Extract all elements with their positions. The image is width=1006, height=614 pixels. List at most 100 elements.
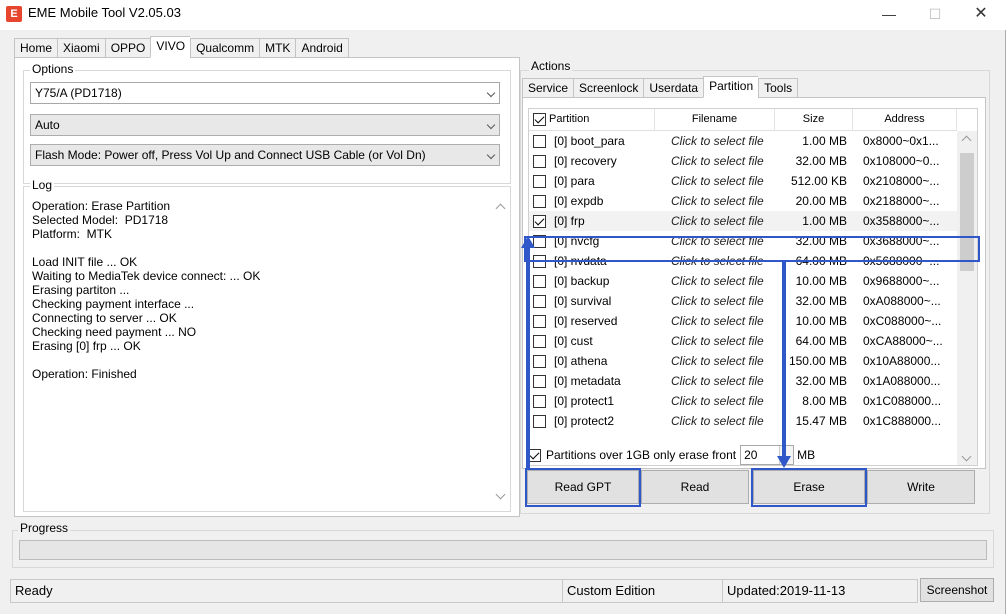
select-all-checkbox[interactable] xyxy=(533,113,546,126)
tab-home[interactable]: Home xyxy=(14,38,58,58)
filename-cell[interactable]: Click to select file xyxy=(655,191,775,211)
tab-partition[interactable]: Partition xyxy=(703,76,759,98)
address-cell: 0x3688000~... xyxy=(863,234,940,248)
partition-checkbox[interactable] xyxy=(533,314,546,328)
column-filename[interactable]: Filename xyxy=(655,109,775,130)
table-row[interactable]: [0] backup Click to select file 10.00 MB 0x… xyxy=(529,271,957,291)
address-cell: 0x2188000~... xyxy=(863,194,940,208)
table-row[interactable]: [0] athena Click to select file 150.00 MB 0… xyxy=(529,351,957,371)
tab-android[interactable]: Android xyxy=(295,38,349,58)
table-row[interactable]: [0] para Click to select file 512.00 KB 0x2… xyxy=(529,171,957,191)
filename-cell[interactable]: Click to select file xyxy=(655,131,775,151)
write-button[interactable]: Write xyxy=(867,470,975,504)
column-partition[interactable]: Partition xyxy=(529,109,655,130)
partition-checkbox[interactable] xyxy=(533,154,546,168)
scroll-down-icon[interactable] xyxy=(495,489,506,500)
tab-qualcomm[interactable]: Qualcomm xyxy=(190,38,260,58)
size-cell: 20.00 MB xyxy=(795,194,847,208)
partition-checkbox[interactable] xyxy=(533,334,546,348)
partition-cell: [0] boot_para xyxy=(529,131,655,151)
minimize-button[interactable]: — xyxy=(866,0,912,28)
scroll-down-icon[interactable] xyxy=(961,451,972,462)
table-row[interactable]: [0] boot_para Click to select file 1.00 MB… xyxy=(529,131,957,151)
tab-vivo[interactable]: VIVO xyxy=(150,36,191,58)
chevron-down-icon xyxy=(486,150,496,160)
partition-checkbox[interactable] xyxy=(533,174,546,188)
table-row[interactable]: [0] protect2 Click to select file 15.47 MB… xyxy=(529,411,957,431)
column-address[interactable]: Address xyxy=(853,109,957,130)
tab-tools[interactable]: Tools xyxy=(758,78,799,98)
arrow-head-down-icon xyxy=(777,456,791,468)
filename-cell[interactable]: Click to select file xyxy=(655,331,775,351)
log-output: Operation: Erase Partition Selected Mode… xyxy=(32,199,261,381)
filename-cell[interactable]: Click to select file xyxy=(655,291,775,311)
screenshot-button[interactable]: Screenshot xyxy=(920,578,994,602)
filename-cell[interactable]: Click to select file xyxy=(655,271,775,291)
filename-cell[interactable]: Click to select file xyxy=(655,411,775,431)
arrow-head-up-icon xyxy=(521,236,535,248)
address-cell: 0x1C888000... xyxy=(863,414,942,428)
model-select[interactable]: Y75/A (PD1718) xyxy=(30,82,500,104)
table-row[interactable]: [0] nvcfg Click to select file 32.00 MB 0x3… xyxy=(529,231,957,251)
size-cell: 32.00 MB xyxy=(795,374,847,388)
partition-checkbox[interactable] xyxy=(533,354,546,368)
scrollbar-thumb[interactable] xyxy=(960,153,974,271)
table-row[interactable]: [0] frp Click to select file 1.00 MB 0x3588… xyxy=(529,211,957,231)
filename-cell[interactable]: Click to select file xyxy=(655,251,775,271)
erase-button[interactable]: Erase xyxy=(753,470,865,504)
maximize-button[interactable]: ☐ xyxy=(912,0,958,28)
scroll-up-icon[interactable] xyxy=(495,203,506,214)
column-size[interactable]: Size xyxy=(775,109,853,130)
partition-checkbox[interactable] xyxy=(533,214,546,228)
partition-checkbox[interactable] xyxy=(533,134,546,148)
filename-cell[interactable]: Click to select file xyxy=(655,391,775,411)
options-label: Options xyxy=(30,62,76,76)
partition-cell: [0] expdb xyxy=(529,191,655,211)
tab-screenlock[interactable]: Screenlock xyxy=(573,78,644,98)
table-row[interactable]: [0] recovery Click to select file 32.00 MB… xyxy=(529,151,957,171)
filename-cell[interactable]: Click to select file xyxy=(655,311,775,331)
partition-cell: [0] para xyxy=(529,171,655,191)
partition-checkbox[interactable] xyxy=(533,414,546,428)
partition-scrollbar[interactable] xyxy=(957,131,977,465)
brand-tabs: Home Xiaomi OPPO VIVO Qualcomm MTK Android xyxy=(14,36,349,58)
size-cell: 150.00 MB xyxy=(788,354,847,368)
filename-cell[interactable]: Click to select file xyxy=(655,351,775,371)
partition-checkbox[interactable] xyxy=(533,374,546,388)
filename-cell[interactable]: Click to select file xyxy=(655,151,775,171)
table-row[interactable]: [0] nvdata Click to select file 64.00 MB 0x… xyxy=(529,251,957,271)
table-row[interactable]: [0] reserved Click to select file 10.00 MB… xyxy=(529,311,957,331)
tab-userdata[interactable]: Userdata xyxy=(643,78,704,98)
read-button[interactable]: Read xyxy=(641,470,749,504)
filename-cell[interactable]: Click to select file xyxy=(655,371,775,391)
address-cell: 0xCA88000~... xyxy=(863,334,943,348)
tab-mtk[interactable]: MTK xyxy=(259,38,296,58)
main-window: Home Xiaomi OPPO VIVO Qualcomm MTK Android Opt… xyxy=(0,30,1006,614)
flash-mode-select[interactable]: Flash Mode: Power off, Press Vol Up and … xyxy=(30,144,500,166)
mode-select[interactable]: Auto xyxy=(30,114,500,136)
partition-checkbox[interactable] xyxy=(533,294,546,308)
scroll-up-icon[interactable] xyxy=(961,135,972,146)
filename-cell[interactable]: Click to select file xyxy=(655,231,775,251)
table-row[interactable]: [0] cust Click to select file 64.00 MB 0xCA… xyxy=(529,331,957,351)
address-cell: 0xA088000~... xyxy=(863,294,941,308)
tab-service[interactable]: Service xyxy=(522,78,574,98)
partition-cell: [0] metadata xyxy=(529,371,655,391)
partition-checkbox[interactable] xyxy=(533,394,546,408)
status-text: Ready xyxy=(10,579,562,603)
table-row[interactable]: [0] metadata Click to select file 32.00 MB… xyxy=(529,371,957,391)
tab-oppo[interactable]: OPPO xyxy=(104,38,151,58)
log-scrollbar[interactable] xyxy=(494,201,508,505)
close-button[interactable]: ✕ xyxy=(958,0,1004,28)
partition-checkbox[interactable] xyxy=(533,254,546,268)
size-cell: 64.00 MB xyxy=(795,334,847,348)
filename-cell[interactable]: Click to select file xyxy=(655,171,775,191)
table-row[interactable]: [0] protect1 Click to select file 8.00 MB 0… xyxy=(529,391,957,411)
partition-checkbox[interactable] xyxy=(533,274,546,288)
filename-cell[interactable]: Click to select file xyxy=(655,211,775,231)
partition-checkbox[interactable] xyxy=(533,194,546,208)
read-gpt-button[interactable]: Read GPT xyxy=(527,470,639,504)
table-row[interactable]: [0] expdb Click to select file 20.00 MB 0x2… xyxy=(529,191,957,211)
table-row[interactable]: [0] survival Click to select file 32.00 MB… xyxy=(529,291,957,311)
tab-xiaomi[interactable]: Xiaomi xyxy=(57,38,105,58)
